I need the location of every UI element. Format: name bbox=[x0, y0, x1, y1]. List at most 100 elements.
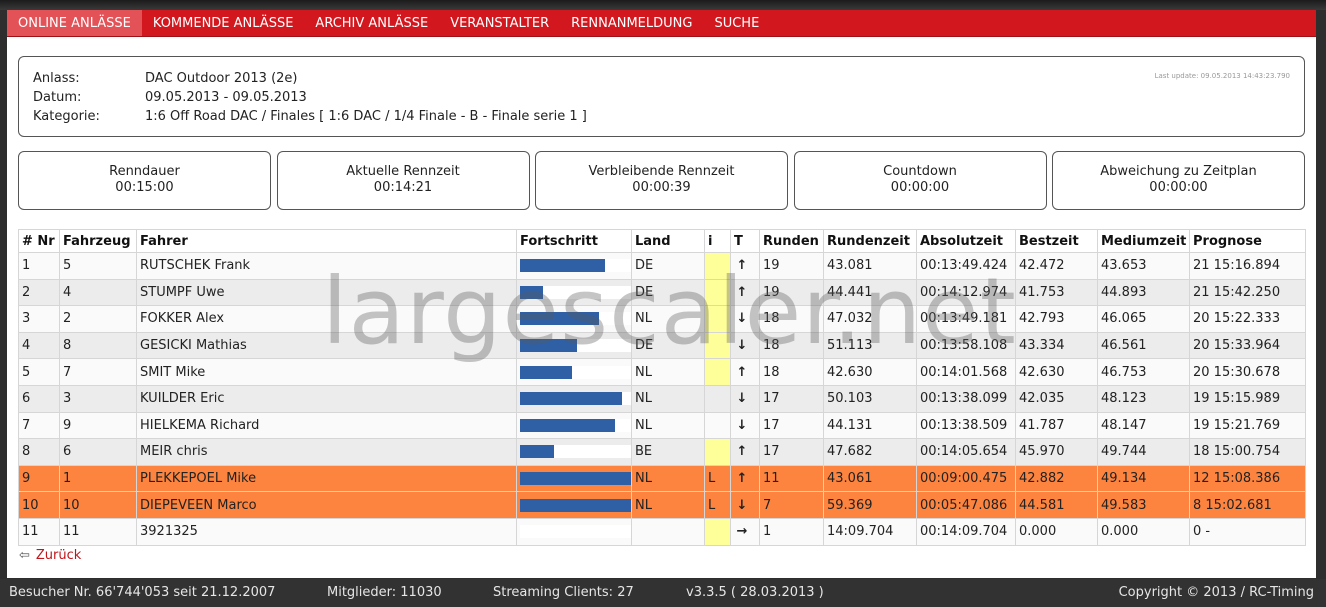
col-fahrer[interactable]: Fahrer bbox=[136, 229, 517, 253]
cell-land-text: NL bbox=[635, 417, 652, 433]
cell-rundenzeit-text: 51.113 bbox=[827, 338, 873, 354]
col-land[interactable]: Land bbox=[631, 229, 705, 253]
cell-fahrer-text: STUMPF Uwe bbox=[140, 284, 225, 300]
cell-rundenzeit-text: 14:09.704 bbox=[827, 524, 894, 540]
cell-rundenzeit: 43.061 bbox=[823, 464, 917, 493]
cell-fortschritt bbox=[516, 411, 632, 440]
cell-fahrzeug: 5 bbox=[59, 252, 137, 280]
col-fahrzeug[interactable]: Fahrzeug bbox=[59, 229, 137, 253]
footer-mitglieder: Mitglieder: 11030 bbox=[327, 585, 442, 600]
cell-info bbox=[704, 411, 731, 440]
cell-absolutzeit-text: 00:14:12.974 bbox=[920, 284, 1008, 300]
cell-absolutzeit: 00:05:47.086 bbox=[916, 491, 1016, 519]
cell-fahrzeug-text: 6 bbox=[63, 444, 72, 460]
cell-fahrzeug: 3 bbox=[59, 384, 137, 413]
cell-rundenzeit-text: 43.081 bbox=[827, 258, 873, 274]
cell-land-text: NL bbox=[635, 364, 652, 380]
cell-runden: 17 bbox=[759, 438, 824, 466]
cell-trend: ↑ bbox=[730, 464, 760, 493]
last-update: Last update: 09.05.2013 14:43:23.790 bbox=[1154, 72, 1290, 80]
cell-rundenzeit-text: 44.131 bbox=[827, 417, 873, 433]
cell-fahrer: FOKKER Alex bbox=[136, 305, 517, 333]
cell-rundenzeit: 51.113 bbox=[823, 331, 917, 360]
nav-kommende-anlaesse[interactable]: KOMMENDE ANLÄSSE bbox=[142, 10, 305, 36]
cell-rundenzeit: 44.131 bbox=[823, 411, 917, 440]
cell-prognose: 8 15:02.681 bbox=[1189, 491, 1306, 519]
box-label: Countdown bbox=[883, 164, 957, 179]
col-prognose[interactable]: Prognose bbox=[1189, 229, 1306, 253]
cell-trend: ↓ bbox=[730, 491, 760, 519]
footer-streaming: Streaming Clients: 27 bbox=[493, 585, 634, 600]
cell-land: NL bbox=[631, 411, 705, 440]
cell-land: DE bbox=[631, 331, 705, 360]
table-row: 10 10 DIEPEVEEN Marco NL L ↓ 7 59.369 00:05:47.0… bbox=[18, 491, 1306, 519]
nav-online-anlaesse[interactable]: ONLINE ANLÄSSE bbox=[7, 10, 142, 36]
results-body: 1 5 RUTSCHEK Frank DE ↑ 19 43.081 00:13:49.424 4… bbox=[18, 252, 1306, 546]
cell-nr-text: 4 bbox=[22, 338, 31, 354]
anlass-label: Anlass: bbox=[33, 71, 80, 86]
cell-prognose-text: 0 - bbox=[1193, 524, 1211, 540]
box-aktuelle-rennzeit: Aktuelle Rennzeit 00:14:21 bbox=[276, 151, 530, 210]
cell-fahrzeug: 8 bbox=[59, 331, 137, 360]
back-link[interactable]: ⇦ Zurück bbox=[19, 548, 81, 563]
cell-fahrer: DIEPEVEEN Marco bbox=[136, 491, 517, 519]
cell-prognose-text: 20 15:30.678 bbox=[1193, 364, 1281, 380]
cell-info: L bbox=[704, 491, 731, 519]
cell-runden-text: 18 bbox=[763, 311, 780, 327]
cell-trend: ↑ bbox=[730, 438, 760, 466]
top-strip bbox=[0, 0, 1326, 10]
box-value: 00:00:39 bbox=[632, 180, 691, 195]
progress-bar bbox=[520, 339, 631, 353]
cell-bestzeit: 45.970 bbox=[1015, 438, 1098, 466]
cell-prognose-text: 19 15:15.989 bbox=[1193, 391, 1281, 407]
progress-fill bbox=[520, 285, 543, 299]
col-mediumzeit[interactable]: Mediumzeit bbox=[1097, 229, 1190, 253]
col-absolutzeit[interactable]: Absolutzeit bbox=[916, 229, 1016, 253]
footer-besucher: Besucher Nr. 66'744'053 seit 21.12.2007 bbox=[9, 585, 276, 600]
progress-fill bbox=[520, 498, 631, 512]
col-trend[interactable]: T bbox=[730, 229, 760, 253]
nav-veranstalter[interactable]: VERANSTALTER bbox=[439, 10, 560, 36]
cell-prognose: 21 15:42.250 bbox=[1189, 278, 1306, 307]
cell-absolutzeit: 00:14:12.974 bbox=[916, 278, 1016, 307]
cell-mediumzeit-text: 43.653 bbox=[1101, 258, 1147, 274]
cell-absolutzeit: 00:13:49.181 bbox=[916, 305, 1016, 333]
table-header-row: # Nr Fahrzeug Fahrer Fortschritt Land i … bbox=[18, 229, 1306, 253]
cell-bestzeit: 42.472 bbox=[1015, 252, 1098, 280]
cell-fahrzeug: 1 bbox=[59, 464, 137, 493]
cell-land-text: NL bbox=[635, 497, 652, 513]
col-nr[interactable]: # Nr bbox=[18, 229, 60, 253]
cell-rundenzeit: 42.630 bbox=[823, 358, 917, 386]
cell-land: NL bbox=[631, 464, 705, 493]
cell-prognose-text: 20 15:22.333 bbox=[1193, 311, 1281, 327]
progress-fill bbox=[520, 312, 600, 326]
cell-bestzeit-text: 42.035 bbox=[1019, 391, 1065, 407]
col-bestzeit[interactable]: Bestzeit bbox=[1015, 229, 1098, 253]
cell-info-text: L bbox=[708, 497, 716, 513]
cell-fahrzeug-text: 11 bbox=[63, 524, 80, 540]
col-runden[interactable]: Runden bbox=[759, 229, 824, 253]
nav-archiv-anlaesse[interactable]: ARCHIV ANLÄSSE bbox=[304, 10, 439, 36]
cell-absolutzeit-text: 00:13:49.424 bbox=[920, 258, 1008, 274]
cell-mediumzeit: 43.653 bbox=[1097, 252, 1190, 280]
nav-suche[interactable]: SUCHE bbox=[703, 10, 770, 36]
nav-rennanmeldung[interactable]: RENNANMELDUNG bbox=[560, 10, 703, 36]
cell-mediumzeit: 49.134 bbox=[1097, 464, 1190, 493]
cell-rundenzeit-text: 43.061 bbox=[827, 471, 873, 487]
cell-fahrer: STUMPF Uwe bbox=[136, 278, 517, 307]
cell-runden-text: 11 bbox=[763, 471, 780, 487]
cell-runden-text: 18 bbox=[763, 338, 780, 354]
cell-land-text: DE bbox=[635, 258, 654, 274]
cell-prognose-text: 8 15:02.681 bbox=[1193, 497, 1272, 513]
table-row: 11 11 3921325 → 1 14:09.704 00:14:09.704 0.000 0… bbox=[18, 517, 1306, 546]
col-fortschritt[interactable]: Fortschritt bbox=[516, 229, 632, 253]
cell-land-text: DE bbox=[635, 284, 654, 300]
col-rundenzeit[interactable]: Rundenzeit bbox=[823, 229, 917, 253]
cell-fortschritt bbox=[516, 252, 632, 280]
cell-rundenzeit-text: 47.682 bbox=[827, 444, 873, 460]
cell-nr: 11 bbox=[18, 517, 60, 546]
progress-fill bbox=[520, 365, 572, 379]
cell-fortschritt bbox=[516, 305, 632, 333]
progress-fill bbox=[520, 418, 615, 432]
col-info[interactable]: i bbox=[704, 229, 731, 253]
